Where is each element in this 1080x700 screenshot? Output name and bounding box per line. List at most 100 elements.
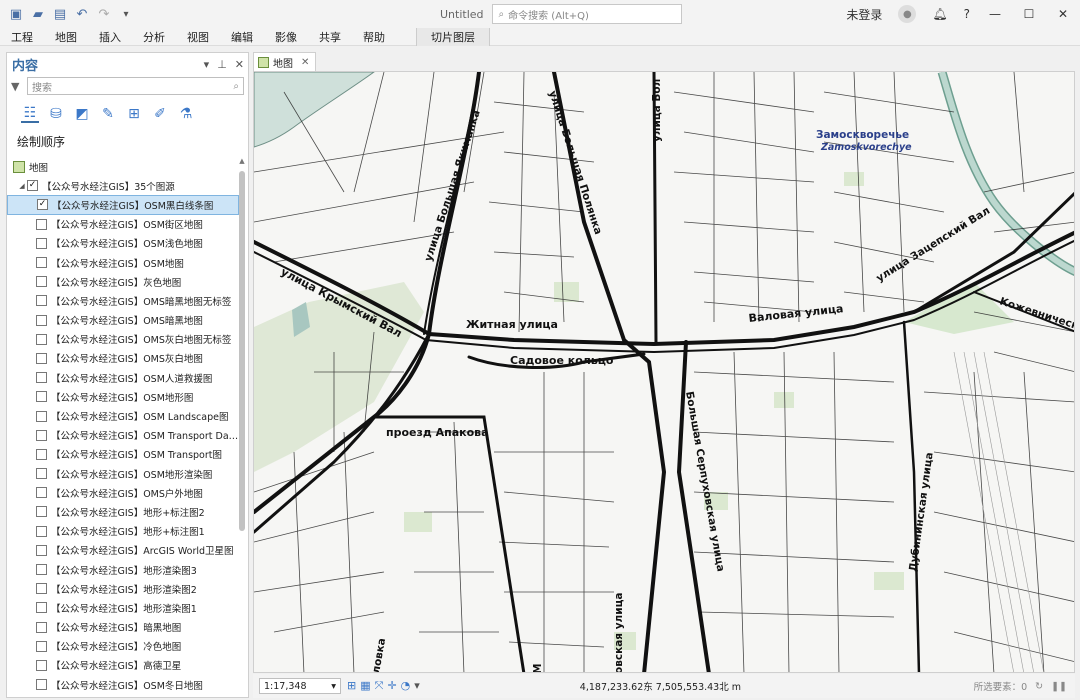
rotation-icon[interactable]: ◔ xyxy=(401,679,411,693)
layer-row[interactable]: 【公众号水经注GIS】地形+标注图2 xyxy=(7,502,239,521)
list-by-editing-icon[interactable]: ✎ xyxy=(99,105,117,123)
tree-group-node[interactable]: ◢ ✓ 【公众号水经注GIS】35个图源 xyxy=(7,176,239,195)
tab-map[interactable]: 地图 xyxy=(44,28,88,46)
tab-insert[interactable]: 插入 xyxy=(88,28,132,46)
layer-row[interactable]: 【公众号水经注GIS】OMS灰白地图 xyxy=(7,349,239,368)
save-icon[interactable]: ▤ xyxy=(52,6,68,22)
layer-visibility-checkbox[interactable] xyxy=(36,468,47,480)
layer-row[interactable]: 【公众号水经注GIS】OSM浅色地图 xyxy=(7,234,239,253)
layer-visibility-checkbox[interactable] xyxy=(36,429,47,441)
map-view-tab[interactable]: 地图 ✕ xyxy=(253,52,317,71)
layer-row[interactable]: 【公众号水经注GIS】地形+标注图1 xyxy=(7,522,239,541)
tab-edit[interactable]: 编辑 xyxy=(220,28,264,46)
status-dropdown-icon[interactable]: ▾ xyxy=(414,679,420,693)
tab-share[interactable]: 共享 xyxy=(308,28,352,46)
layer-row[interactable]: 【公众号水经注GIS】OMS灰白地图无标签 xyxy=(7,330,239,349)
scale-selector[interactable]: 1:17,348 ▾ xyxy=(259,678,341,694)
layer-row[interactable]: 【公众号水经注GIS】地形渲染图3 xyxy=(7,560,239,579)
close-window-button[interactable]: ✕ xyxy=(1046,0,1080,28)
layer-visibility-checkbox[interactable] xyxy=(36,448,47,460)
redo-icon[interactable]: ↷ xyxy=(96,6,112,22)
pause-drawing-icon[interactable]: ❚❚ xyxy=(1051,681,1067,692)
close-tab-icon[interactable]: ✕ xyxy=(301,57,309,68)
layer-visibility-checkbox[interactable] xyxy=(36,602,47,614)
expand-arrow-icon[interactable]: ◢ xyxy=(17,182,27,190)
street-map[interactable]: Замоскворечье Zamoskvorechye Житная улиц… xyxy=(254,72,1075,673)
layer-row[interactable]: 【公众号水经注GIS】地形渲染图2 xyxy=(7,579,239,598)
tab-tile-layer[interactable]: 切片图层 xyxy=(416,27,490,46)
selected-features-label[interactable]: 所选要素：0 xyxy=(974,679,1028,693)
layer-visibility-checkbox[interactable] xyxy=(36,544,47,556)
layer-visibility-checkbox[interactable] xyxy=(36,391,47,403)
layer-visibility-checkbox[interactable] xyxy=(36,257,47,269)
zoom-extent-icon[interactable]: ⤧ xyxy=(375,679,384,693)
tree-map-node[interactable]: 地图 xyxy=(7,157,239,176)
layer-row[interactable]: ✓ 【公众号水经注GIS】OSM黑白线条图 xyxy=(7,195,239,215)
snapping-icon[interactable]: ✛ xyxy=(387,679,396,693)
layer-row[interactable]: 【公众号水经注GIS】OSM地形渲染图 xyxy=(7,464,239,483)
contents-scrollbar[interactable]: ▲ xyxy=(238,157,246,697)
tab-help[interactable]: 帮助 xyxy=(352,28,396,46)
layer-row[interactable]: 【公众号水经注GIS】地形渲染图1 xyxy=(7,598,239,617)
maximize-button[interactable]: ☐ xyxy=(1012,0,1046,28)
layer-visibility-checkbox[interactable]: ✓ xyxy=(37,199,48,211)
layer-visibility-checkbox[interactable] xyxy=(36,679,47,691)
list-by-selection-icon[interactable]: ◩ xyxy=(73,105,91,123)
layer-row[interactable]: 【公众号水经注GIS】OSM Transport Da… xyxy=(7,426,239,445)
open-folder-icon[interactable]: ▰ xyxy=(30,6,46,22)
list-by-perspective-icon[interactable]: ⚗ xyxy=(177,105,195,123)
layer-row[interactable]: 【公众号水经注GIS】高德卫星 xyxy=(7,656,239,675)
group-checkbox[interactable]: ✓ xyxy=(27,180,38,192)
grid-icon[interactable]: ▦ xyxy=(360,679,370,693)
minimize-button[interactable]: — xyxy=(978,0,1012,28)
layer-visibility-checkbox[interactable] xyxy=(36,506,47,518)
refresh-icon[interactable]: ↻ xyxy=(1035,681,1043,692)
layer-visibility-checkbox[interactable] xyxy=(36,525,47,537)
list-by-data-source-icon[interactable]: ⛁ xyxy=(47,105,65,123)
layer-row[interactable]: 【公众号水经注GIS】OSM Transport图 xyxy=(7,445,239,464)
layer-visibility-checkbox[interactable] xyxy=(36,583,47,595)
layer-row[interactable]: 【公众号水经注GIS】ArcGIS World卫星图 xyxy=(7,541,239,560)
layer-row[interactable]: 【公众号水经注GIS】OSM人道救援图 xyxy=(7,368,239,387)
scroll-up-icon[interactable]: ▲ xyxy=(238,157,246,167)
layer-row[interactable]: 【公众号水经注GIS】OMS暗黑地图 xyxy=(7,311,239,330)
user-avatar[interactable]: ● xyxy=(890,0,924,28)
tab-view[interactable]: 视图 xyxy=(176,28,220,46)
scrollbar-thumb[interactable] xyxy=(239,171,245,531)
layer-row[interactable]: 【公众号水经注GIS】OMS暗黑地图无标签 xyxy=(7,291,239,310)
layer-visibility-checkbox[interactable] xyxy=(36,218,47,230)
layer-visibility-checkbox[interactable] xyxy=(36,295,47,307)
layer-row[interactable]: 【公众号水经注GIS】灰色地图 xyxy=(7,272,239,291)
customize-toolbar-icon[interactable]: ▾ xyxy=(118,6,134,22)
layer-visibility-checkbox[interactable] xyxy=(36,487,47,499)
list-by-snapping-icon[interactable]: ⊞ xyxy=(125,105,143,123)
map-canvas[interactable]: Замоскворечье Zamoskvorechye Житная улиц… xyxy=(253,71,1075,673)
layer-visibility-checkbox[interactable] xyxy=(36,564,47,576)
list-by-drawing-order-icon[interactable]: ☷ xyxy=(21,105,39,123)
layer-visibility-checkbox[interactable] xyxy=(36,659,47,671)
close-pane-icon[interactable]: ✕ xyxy=(235,58,244,71)
pane-options-icon[interactable]: ▾ xyxy=(204,58,210,71)
pin-icon[interactable]: ⊥ xyxy=(217,58,227,71)
layer-row[interactable]: 【公众号水经注GIS】OSM地形图 xyxy=(7,387,239,406)
layer-visibility-checkbox[interactable] xyxy=(36,621,47,633)
layer-row[interactable]: 【公众号水经注GIS】OSM街区地图 xyxy=(7,215,239,234)
layer-row[interactable]: 【公众号水经注GIS】OSM冬日地图 xyxy=(7,675,239,694)
layer-visibility-checkbox[interactable] xyxy=(36,352,47,364)
tab-imagery[interactable]: 影像 xyxy=(264,28,308,46)
layer-visibility-checkbox[interactable] xyxy=(36,276,47,288)
fixed-zoom-icon[interactable]: ⊞ xyxy=(347,679,356,693)
contents-search-input[interactable]: 搜索 ⌕ xyxy=(27,77,244,95)
tab-project[interactable]: 工程 xyxy=(0,28,44,46)
layer-row[interactable]: 【公众号水经注GIS】OSM Landscape图 xyxy=(7,406,239,425)
layer-visibility-checkbox[interactable] xyxy=(36,314,47,326)
layer-visibility-checkbox[interactable] xyxy=(36,237,47,249)
new-project-icon[interactable]: ▣ xyxy=(8,6,24,22)
tab-analysis[interactable]: 分析 xyxy=(132,28,176,46)
layer-row[interactable]: 【公众号水经注GIS】冷色地图 xyxy=(7,637,239,656)
layer-visibility-checkbox[interactable] xyxy=(36,333,47,345)
layer-visibility-checkbox[interactable] xyxy=(36,410,47,422)
sign-in-link[interactable]: 未登录 xyxy=(838,0,890,28)
command-search-input[interactable]: ⌕ 命令搜索 (Alt+Q) xyxy=(491,4,682,24)
notifications-bell-icon[interactable]: 🔔︎ xyxy=(924,0,955,28)
